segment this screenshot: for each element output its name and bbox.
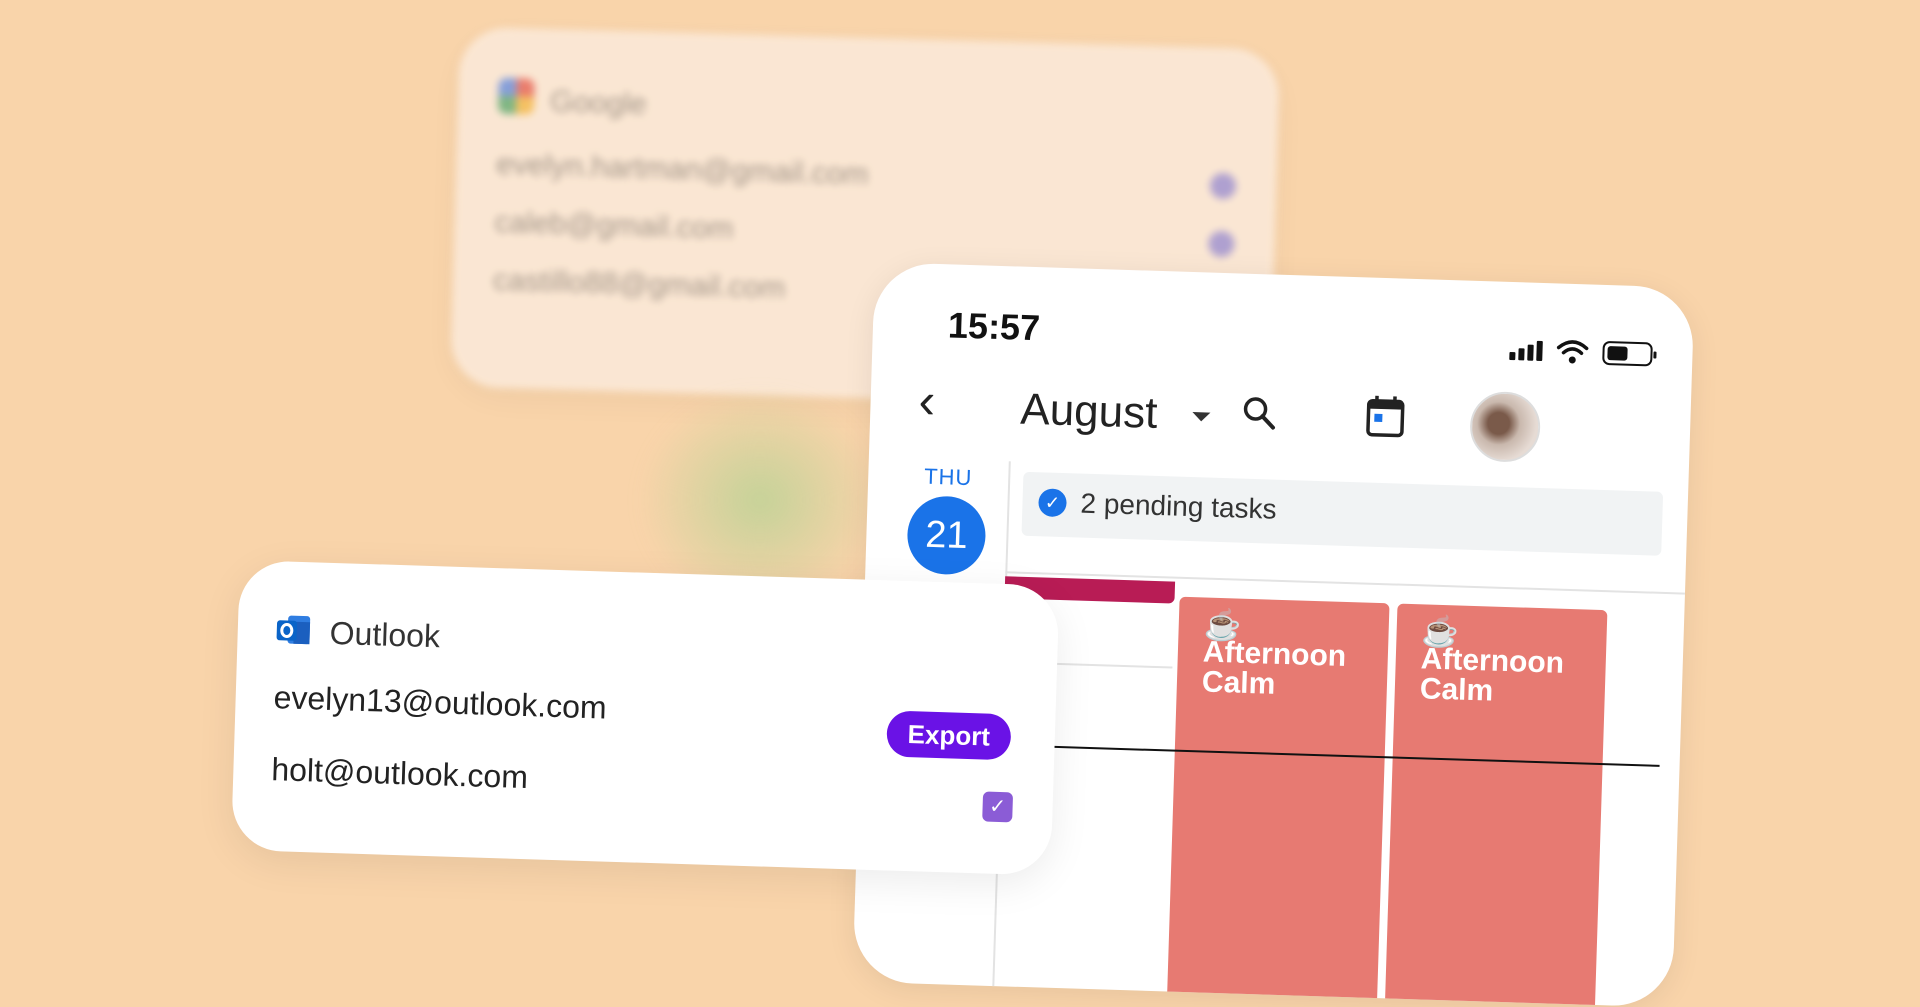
- google-email-3: castillo88@gmail.com: [493, 264, 786, 306]
- cellular-signal-icon: [1509, 340, 1543, 361]
- export-button[interactable]: Export: [886, 710, 1011, 760]
- status-time: 15:57: [947, 304, 1040, 349]
- search-icon[interactable]: [1240, 394, 1277, 431]
- event-title: Afternoon Calm: [1419, 644, 1601, 710]
- outlook-email-1: evelyn13@outlook.com: [273, 679, 607, 726]
- google-email-1: evelyn.hartman@gmail.com: [496, 148, 869, 192]
- event-afternoon-calm-1[interactable]: ☕ Afternoon Calm: [1166, 597, 1389, 1007]
- chevron-down-icon[interactable]: [1192, 412, 1210, 422]
- outlook-icon: [275, 613, 312, 648]
- back-chevron-icon[interactable]: ‹: [918, 375, 936, 425]
- calendar-top-bar: ‹ August: [909, 373, 1651, 466]
- month-selector[interactable]: August: [1020, 385, 1158, 439]
- day-header: THU 21: [895, 463, 998, 576]
- google-calendar-icon: [498, 78, 535, 115]
- task-check-icon: ✓: [1038, 488, 1067, 517]
- google-account-checkbox: [1210, 173, 1237, 200]
- outlook-email-2: holt@outlook.com: [271, 751, 529, 796]
- avatar[interactable]: [1469, 391, 1541, 463]
- wifi-icon: [1556, 338, 1589, 365]
- today-calendar-icon[interactable]: [1365, 393, 1406, 438]
- outlook-accounts-card: Outlook evelyn13@outlook.com Export holt…: [231, 560, 1060, 876]
- account-checkbox[interactable]: ✓: [982, 791, 1013, 822]
- google-account-checkbox: [1208, 231, 1235, 258]
- pending-tasks-chip[interactable]: ✓ 2 pending tasks: [1021, 472, 1663, 556]
- event-title: Afternoon Calm: [1201, 637, 1383, 703]
- event-afternoon-calm-2[interactable]: ☕ Afternoon Calm: [1384, 604, 1607, 1007]
- day-name: THU: [898, 463, 999, 492]
- google-card-title: Google: [550, 85, 648, 122]
- outlook-card-title: Outlook: [329, 615, 440, 655]
- status-icons: [1509, 337, 1653, 367]
- google-email-2: caleb@gmail.com: [494, 206, 734, 247]
- battery-icon: [1602, 341, 1653, 367]
- day-number[interactable]: 21: [906, 495, 986, 575]
- pending-tasks-label: 2 pending tasks: [1080, 488, 1277, 526]
